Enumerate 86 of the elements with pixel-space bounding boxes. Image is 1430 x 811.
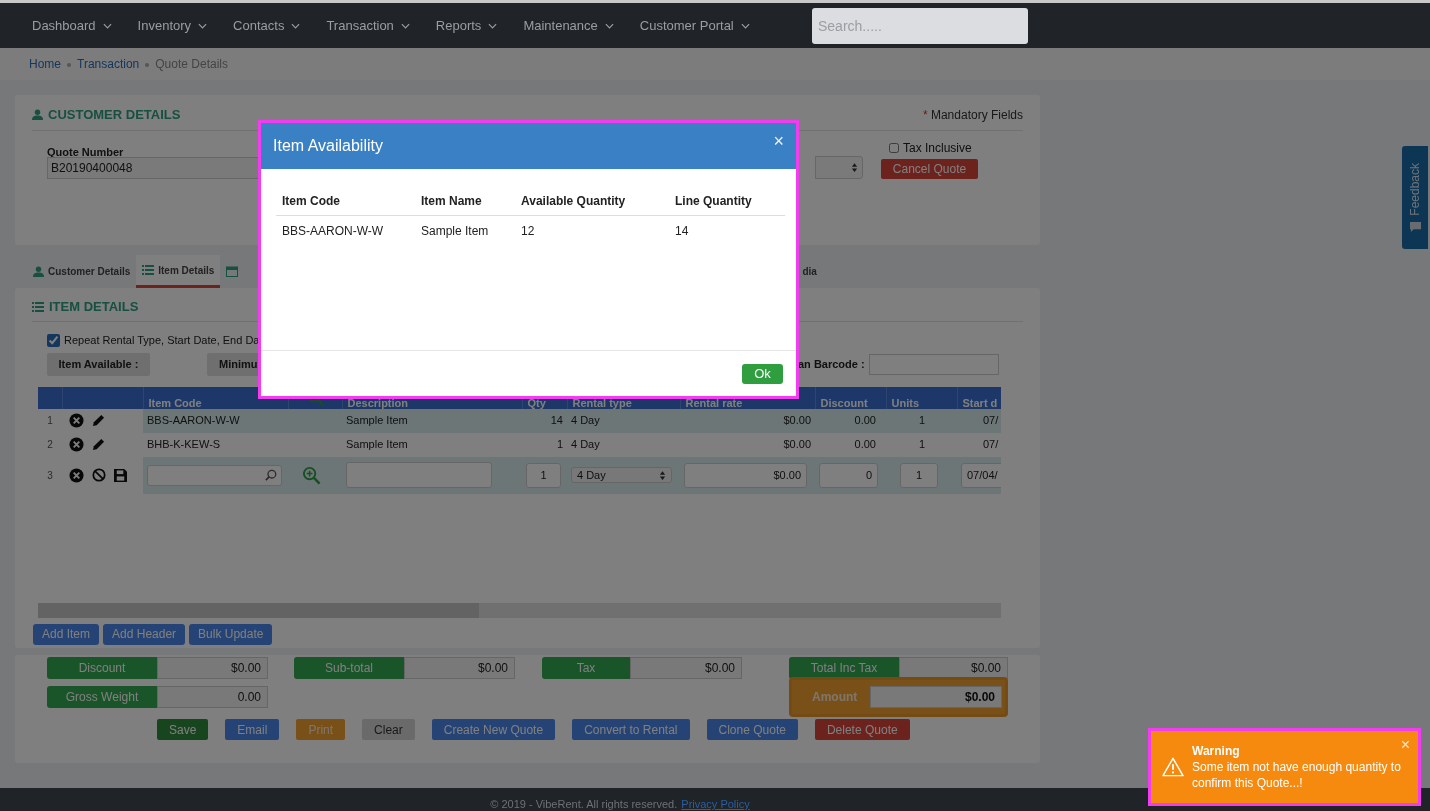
ok-button[interactable]: Ok [742, 363, 783, 384]
table-cell: 07/ [957, 432, 1001, 457]
close-button[interactable]: × [1400, 737, 1410, 753]
amount-value: $0.00 [870, 686, 1002, 708]
rental-type-select[interactable]: 4 Day [571, 467, 672, 483]
breadcrumb-current: Quote Details [155, 56, 228, 73]
table-cell: 1 [886, 408, 957, 433]
table-cell: 0.00 [815, 432, 886, 457]
table-cell: 07/ [957, 408, 1001, 433]
item-available-label: Item Available : [47, 352, 150, 376]
checkbox-label: Tax Inclusive [903, 140, 972, 157]
action-button[interactable]: Email [225, 719, 280, 740]
nav-menu-item[interactable]: Inventory [137, 15, 208, 36]
action-button[interactable]: Clear [362, 719, 415, 740]
nav-menu-item[interactable]: Maintenance [523, 15, 614, 36]
action-button[interactable]: Save [157, 719, 209, 740]
section-title: ITEM DETAILS [49, 297, 139, 316]
add-button[interactable]: Add Header [103, 623, 186, 645]
table-cell: 4 Day [567, 408, 680, 433]
total-label: Discount [47, 657, 157, 679]
table-cell: BBS-AARON-W-W [143, 408, 288, 433]
total-value: $0.00 [899, 657, 1008, 679]
input-field[interactable]: $0.00 [684, 462, 807, 488]
total-value: $0.00 [404, 657, 515, 679]
amount-label: Amount [812, 689, 859, 706]
tab[interactable]: Customer Details [27, 255, 137, 288]
section-title: CUSTOMER DETAILS [48, 105, 181, 124]
total-value: 0.00 [157, 686, 268, 708]
table-header-cell: Discount [815, 386, 886, 409]
table-header-cell: Start d [957, 386, 1001, 409]
table-header-cell: Units [886, 386, 957, 409]
nav-menu-item[interactable]: Contacts [233, 15, 301, 36]
privacy-policy-link[interactable]: Privacy Policy [681, 796, 750, 811]
total-label: Gross Weight [47, 686, 157, 708]
field-label: Quote Number [47, 146, 124, 158]
total-value: $0.00 [630, 657, 742, 679]
dialog-title: Item Availability [273, 136, 383, 156]
minimum-label: Minimu [207, 352, 258, 376]
search-field[interactable]: Search..... [812, 7, 1028, 44]
table-cell: 1 [886, 432, 957, 457]
breadcrumb-link[interactable]: Home [29, 55, 61, 73]
total-label: Total Inc Tax [789, 657, 899, 679]
nav-menu-item[interactable]: Transaction [326, 15, 410, 36]
table-cell: $0.00 [680, 432, 815, 457]
table-cell: BBS-AARON-W-W [276, 215, 415, 247]
total-value: $0.00 [157, 657, 268, 679]
breadcrumb-link[interactable]: Transaction [77, 55, 140, 73]
input-field[interactable]: 0 [819, 462, 878, 488]
table-cell: BHB-K-KEW-S [143, 432, 288, 457]
input-field[interactable]: 1 [526, 462, 561, 488]
table-header-cell: Item Name [415, 187, 515, 215]
tab[interactable]: dia [796, 255, 823, 288]
action-button[interactable]: Create New Quote [431, 719, 556, 740]
mandatory-note: * Mandatory Fields [922, 106, 1023, 124]
table-cell: 1 [522, 432, 567, 457]
table-cell: Sample Item [342, 408, 522, 433]
action-button[interactable]: Convert to Rental [572, 719, 690, 740]
tab[interactable]: Item Details [136, 255, 221, 288]
input-field[interactable]: 07/04/ [961, 462, 1001, 488]
table-cell: $0.00 [680, 408, 815, 433]
table-header-cell: Line Quantity [669, 187, 785, 215]
table-cell: Sample Item [415, 215, 515, 247]
close-button[interactable]: × [773, 132, 784, 150]
table-header-cell: Available Quantity [515, 187, 669, 215]
table-cell: 0.00 [815, 408, 886, 433]
action-button[interactable]: Clone Quote [706, 719, 798, 740]
cancel-quote-button[interactable]: Cancel Quote [881, 159, 978, 179]
add-button[interactable]: Add Item [33, 623, 100, 645]
table-cell: 4 Day [567, 432, 680, 457]
nav-menu-item[interactable]: Customer Portal [639, 15, 750, 36]
table-cell: 14 [522, 408, 567, 433]
table-cell: Sample Item [342, 432, 522, 457]
feedback-tab[interactable]: Feedback [1402, 146, 1428, 249]
copyright-text: © 2019 - VibeRent. All rights reserved. [490, 797, 678, 811]
table-header-cell: Item Code [276, 187, 415, 215]
toast-title: Warning [1192, 743, 1241, 759]
table-cell: 14 [669, 215, 785, 247]
input-field[interactable]: 1 [900, 462, 938, 488]
nav-menu-item[interactable]: Dashboard [32, 15, 112, 36]
action-button[interactable]: Delete Quote [814, 719, 910, 740]
toast-message: Some item not have enough quantity to confirm this Quote...! [1192, 759, 1402, 791]
total-label: Tax [542, 657, 630, 679]
add-button[interactable]: Bulk Update [189, 623, 273, 645]
total-label: Sub-total [294, 657, 404, 679]
table-cell: 12 [515, 215, 669, 247]
nav-menu-item[interactable]: Reports [435, 15, 498, 36]
